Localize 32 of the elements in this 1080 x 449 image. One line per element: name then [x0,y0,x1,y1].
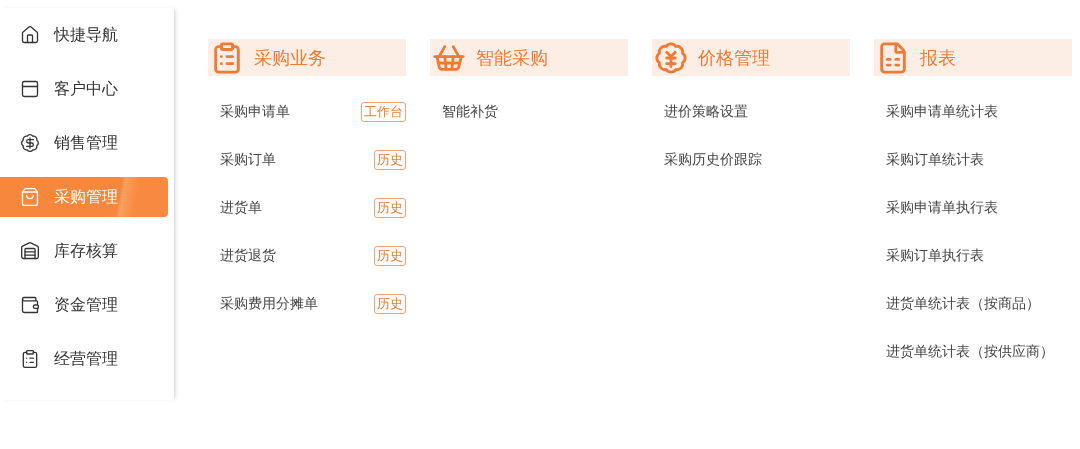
wallet-icon [20,295,40,315]
sidebar-item[interactable]: 经营管理 [0,339,168,379]
sidebar-item[interactable]: 客户中心 [0,69,168,109]
menu-link[interactable]: 采购历史价跟踪 [664,151,762,169]
warehouse-icon [20,241,40,261]
sidebar-item[interactable]: 库存核算 [0,231,168,271]
menu-link[interactable]: 进货单 [220,199,262,217]
menu-link[interactable]: 采购申请单统计表 [886,103,998,121]
section-title: 报表 [920,45,956,70]
section-title: 价格管理 [698,45,770,70]
menu-link[interactable]: 进价策略设置 [664,103,748,121]
sidebar-item[interactable]: 资金管理 [0,285,168,325]
bag-icon [20,187,40,207]
menu-link[interactable]: 进货单统计表（按商品） [886,295,1040,313]
dollar-badge-icon [20,133,40,153]
menu-link[interactable]: 采购费用分摊单 [220,295,318,313]
menu-link[interactable]: 智能补货 [442,103,498,121]
clipboard-icon [20,349,40,369]
menu-link[interactable]: 进货退货 [220,247,276,265]
menu-link[interactable]: 采购申请单执行表 [886,199,998,217]
menu-link[interactable]: 采购订单执行表 [886,247,984,265]
menu-link[interactable]: 进货单统计表（按供应商） [886,343,1054,361]
menu-link[interactable]: 采购申请单 [220,103,290,121]
sidebar-item[interactable]: 快捷导航 [0,15,168,55]
menu-link[interactable]: 采购订单 [220,151,276,169]
window-icon [20,79,40,99]
menu-link[interactable]: 采购订单统计表 [886,151,984,169]
home-icon [20,25,40,45]
section-title: 智能采购 [476,45,548,70]
sidebar-item[interactable]: 销售管理 [0,123,168,163]
section-title: 采购业务 [254,45,326,70]
yen-badge-icon [654,40,688,75]
